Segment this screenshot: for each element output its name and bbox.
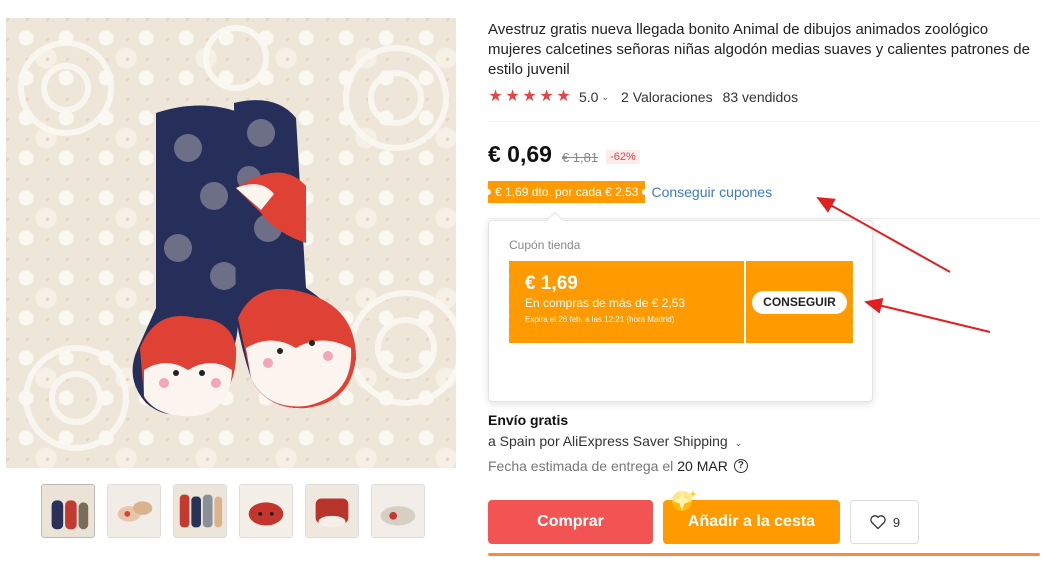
chevron-down-icon[interactable]: ⌄ — [601, 92, 609, 103]
fox-socks-illustration — [18, 25, 456, 451]
thumbnail-6[interactable] — [371, 484, 425, 538]
sold-count: 83 vendidos — [722, 89, 799, 105]
get-coupon-button[interactable]: CONSEGUIR — [752, 290, 847, 314]
heart-icon — [870, 515, 886, 530]
thumbnail-strip — [41, 484, 425, 538]
shipping-title: Envío gratis — [488, 412, 569, 428]
coupon-row: € 1,69 dto. por cada € 2,53 Conseguir cu… — [488, 181, 772, 203]
price-row: € 0,69 € 1,81 -62% — [488, 141, 640, 168]
shipping-method-label: a Spain por AliExpress Saver Shipping — [488, 433, 728, 449]
delivery-date: 20 MAR — [677, 458, 728, 474]
thumbnail-5[interactable] — [305, 484, 359, 538]
star-icon: ★ — [539, 88, 554, 105]
coupon-expiry: Expira el 26 feb. a las 12:21 (hora Madr… — [525, 315, 675, 324]
coupon-edge — [850, 261, 856, 343]
rating-value[interactable]: 5.0 — [579, 89, 598, 105]
divider — [488, 218, 1040, 219]
wishlist-count: 9 — [892, 514, 901, 530]
star-icon: ★ — [522, 88, 537, 105]
rating-row: ★ ★ ★ ★ ★ 5.0 ⌄ 2 Valoraciones 83 vendid… — [488, 88, 798, 106]
star-icon: ★ — [505, 88, 520, 105]
shipping-method[interactable]: a Spain por AliExpress Saver Shipping ⌄ — [488, 433, 742, 449]
coupon-details: € 1,69 En compras de más de € 2,53 Expir… — [506, 261, 744, 343]
current-price: € 0,69 — [488, 141, 552, 167]
coupon-tag[interactable]: € 1,69 dto. por cada € 2,53 — [488, 181, 646, 203]
get-coupons-link[interactable]: Conseguir cupones — [651, 184, 772, 200]
coupon-edge — [506, 261, 512, 343]
star-icon: ★ — [556, 88, 571, 105]
product-title: Avestruz gratis nueva llegada bonito Ani… — [488, 21, 1030, 78]
thumbnail-2[interactable] — [107, 484, 161, 538]
rating-stars: ★ ★ ★ ★ ★ — [488, 89, 571, 105]
store-coupon-card: € 1,69 En compras de más de € 2,53 Expir… — [506, 261, 856, 343]
thumbnail-3[interactable] — [173, 484, 227, 538]
popover-caret — [546, 211, 564, 229]
delivery-estimate: Fecha estimada de entrega el 20 MAR ? — [488, 458, 748, 474]
coupon-amount: € 1,69 — [525, 273, 578, 294]
discount-badge: -62% — [606, 150, 640, 164]
thumbnail-4[interactable] — [239, 484, 293, 538]
coupon-action: CONSEGUIR — [746, 261, 856, 343]
help-icon[interactable]: ? — [733, 459, 748, 473]
divider — [488, 121, 1040, 122]
wishlist-button[interactable]: 9 — [850, 500, 919, 544]
product-main-image[interactable] — [6, 18, 456, 468]
popover-title: Cupón tienda — [509, 238, 581, 252]
buy-now-button[interactable]: Comprar — [488, 500, 653, 544]
coupon-popover: Cupón tienda € 1,69 En compras de más de… — [488, 211, 873, 402]
sparkle-icon — [672, 490, 697, 511]
star-icon: ★ — [488, 88, 503, 105]
chevron-down-icon[interactable]: ⌄ — [735, 438, 743, 448]
original-price: € 1,81 — [561, 150, 599, 165]
delivery-label: Fecha estimada de entrega el — [488, 458, 674, 474]
coupon-minimum: En compras de más de € 2,53 — [525, 296, 686, 310]
thumbnail-1[interactable] — [41, 484, 95, 538]
section-accent-bar — [488, 553, 1040, 556]
reviews-link[interactable]: 2 Valoraciones — [621, 89, 713, 105]
